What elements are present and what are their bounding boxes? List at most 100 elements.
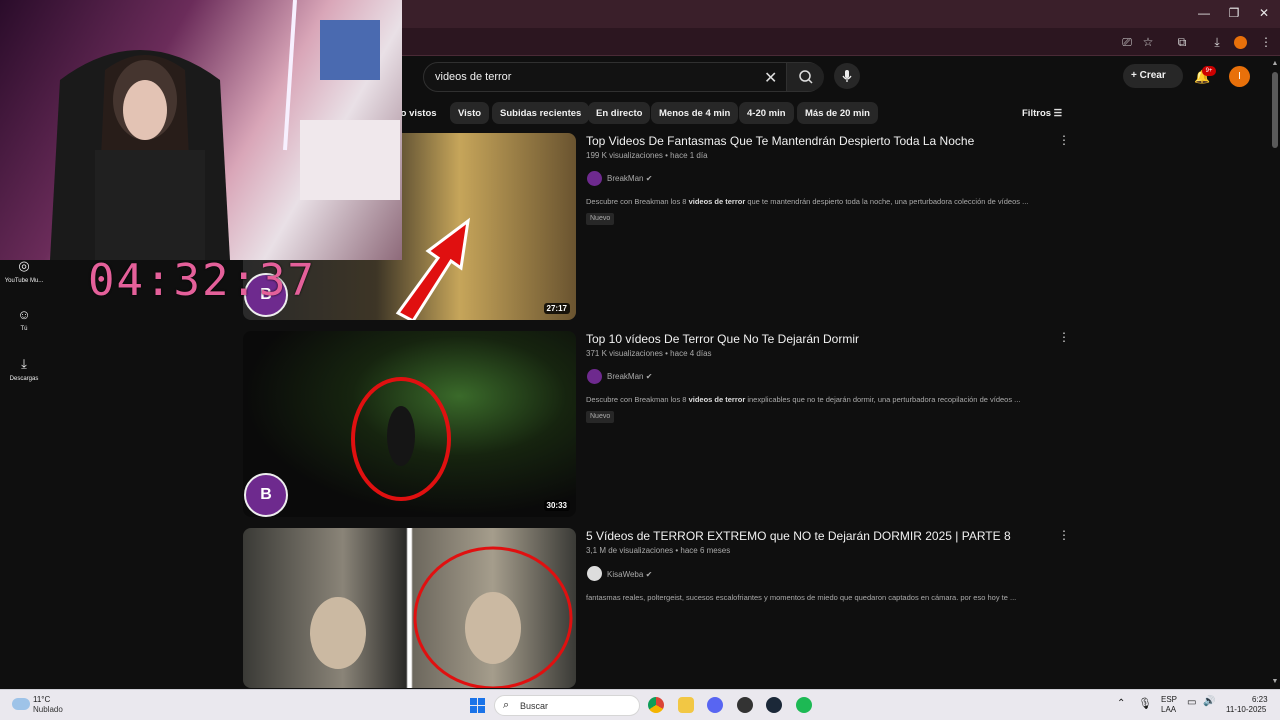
webcam-overlay: [0, 0, 402, 260]
channel-label: KisaWeba: [607, 570, 644, 579]
clock-time[interactable]: 6:23: [1252, 695, 1268, 704]
microphone-icon: [842, 70, 852, 82]
channel-avatar-overlay: B: [244, 473, 288, 517]
scrollbar-thumb[interactable]: [1272, 72, 1278, 148]
microphone-icon[interactable]: 🎙: [1138, 697, 1152, 710]
discord-icon[interactable]: [707, 697, 723, 713]
user-icon: ☺: [17, 307, 31, 322]
lang-top[interactable]: ESP: [1161, 695, 1177, 704]
video-meta: 199 K visualizaciones • hace 1 día: [586, 151, 708, 160]
search-button[interactable]: [786, 63, 824, 91]
chip-mas-20-min[interactable]: Más de 20 min: [797, 102, 878, 124]
verified-icon: ✔: [645, 372, 653, 381]
verified-icon: ✔: [645, 174, 653, 183]
desc-text: inexplicables que no te dejarán dormir, …: [745, 395, 1021, 404]
steam-icon[interactable]: [766, 697, 782, 713]
menu-dots-icon[interactable]: ⋮: [1258, 34, 1274, 50]
sidebar-item-you[interactable]: ☺ Tú: [0, 307, 48, 332]
download-icon: ⤓: [21, 356, 27, 371]
taskbar: 11°C Nublado ⌕ Buscar ⌃ 🎙 ESP LAA ▭ 🔊 6:…: [0, 689, 1280, 720]
weather-temp[interactable]: 11°C: [33, 695, 50, 704]
filters-button[interactable]: Filtros ☰: [1022, 108, 1062, 119]
volume-icon[interactable]: 🔊: [1203, 696, 1215, 707]
red-circle-graphic: [351, 377, 451, 501]
channel-name[interactable]: BreakMan ✔: [607, 174, 652, 183]
notification-badge: 9+: [1202, 66, 1216, 76]
monitor-icon[interactable]: ▭: [1187, 697, 1196, 708]
desc-text: fantasmas reales, poltergeist, sucesos e…: [586, 593, 1017, 602]
video-title[interactable]: Top Videos De Fantasmas Que Te Mantendrá…: [586, 134, 1036, 148]
chrome-icon[interactable]: [648, 697, 664, 713]
channel-icon[interactable]: [587, 171, 602, 186]
chip-en-directo[interactable]: En directo: [588, 102, 651, 124]
windows-start-icon[interactable]: [470, 698, 485, 713]
search-icon: [799, 70, 813, 84]
channel-icon[interactable]: [587, 566, 602, 581]
scroll-down-icon[interactable]: ▼: [1270, 678, 1280, 685]
video-duration: 30:33: [543, 500, 570, 511]
sidebar-item-label: Tú: [20, 326, 28, 332]
file-explorer-icon[interactable]: [678, 697, 694, 713]
extensions-icon[interactable]: ⧉: [1174, 34, 1190, 50]
minimize-icon[interactable]: —: [1197, 6, 1211, 20]
close-window-icon[interactable]: ✕: [1257, 6, 1271, 20]
obs-icon[interactable]: [737, 697, 753, 713]
plus-icon: +: [1131, 70, 1140, 81]
video-menu-icon[interactable]: ⋮: [1058, 330, 1070, 344]
chip-4-20-min[interactable]: 4-20 min: [739, 102, 794, 124]
video-description: fantasmas reales, poltergeist, sucesos e…: [586, 593, 1056, 602]
restore-icon[interactable]: ❐: [1227, 6, 1241, 20]
sidebar-item-downloads[interactable]: ⤓ Descargas: [0, 356, 48, 382]
new-badge: Nuevo: [586, 213, 615, 225]
new-badge: Nuevo: [586, 411, 615, 423]
create-label: Crear: [1139, 70, 1166, 81]
chip-subidas-recientes[interactable]: Subidas recientes: [492, 102, 590, 124]
sidebar-item-label: YouTube Mu...: [4, 278, 44, 284]
create-button[interactable]: + Crear: [1123, 64, 1183, 88]
channel-name[interactable]: KisaWeba ✔: [607, 570, 652, 579]
desc-text: que te mantendrán despierto toda la noch…: [745, 197, 1029, 206]
video-thumbnail[interactable]: B 30:33: [243, 331, 576, 517]
video-menu-icon[interactable]: ⋮: [1058, 528, 1070, 542]
video-menu-icon[interactable]: ⋮: [1058, 133, 1070, 147]
search-input[interactable]: videos de terror: [435, 71, 511, 83]
search-icon: ⌕: [503, 699, 510, 711]
cast-icon[interactable]: ⎚: [1119, 34, 1135, 50]
search-box[interactable]: videos de terror ✕: [423, 62, 824, 92]
video-title[interactable]: 5 Vídeos de TERROR EXTREMO que NO te Dej…: [586, 529, 1036, 543]
streamer-webcam-image: [50, 0, 400, 260]
video-description: Descubre con Breakman los 8 videos de te…: [586, 395, 1056, 404]
lang-bottom[interactable]: LAA: [1161, 705, 1176, 714]
verified-icon: ✔: [645, 570, 653, 579]
chevron-up-icon[interactable]: ⌃: [1117, 698, 1125, 709]
video-meta: 3,1 M de visualizaciones • hace 6 meses: [586, 546, 731, 555]
video-duration: 27:17: [543, 303, 570, 314]
taskbar-search[interactable]: ⌕ Buscar: [494, 695, 640, 716]
sidebar-item-youtube-music[interactable]: ◎ YouTube Mu...: [0, 258, 48, 284]
scroll-up-icon[interactable]: ▲: [1270, 60, 1280, 67]
desc-highlight: videos de terror: [688, 395, 746, 404]
channel-icon[interactable]: [587, 369, 602, 384]
avatar[interactable]: I: [1229, 66, 1250, 87]
channel-label: BreakMan: [607, 372, 644, 381]
chip-menos-4-min[interactable]: Menos de 4 min: [651, 102, 739, 124]
clock-date[interactable]: 11-10-2025: [1226, 705, 1266, 714]
filters-label: Filtros: [1022, 108, 1052, 119]
red-circle-graphic: [310, 546, 573, 688]
video-thumbnail[interactable]: [243, 528, 576, 688]
bookmark-star-icon[interactable]: ☆: [1140, 34, 1156, 50]
video-title[interactable]: Top 10 vídeos De Terror Que No Te Dejará…: [586, 332, 1036, 346]
youtube-music-icon: ◎: [18, 258, 30, 273]
chip-visto[interactable]: Visto: [450, 102, 490, 124]
taskbar-search-placeholder: Buscar: [520, 701, 549, 711]
cloud-icon: [12, 698, 30, 710]
video-description: Descubre con Breakman los 8 videos de te…: [586, 197, 1056, 206]
video-meta: 371 K visualizaciones • hace 4 días: [586, 349, 712, 358]
clear-search-icon[interactable]: ✕: [764, 68, 777, 88]
spotify-icon[interactable]: [796, 697, 812, 713]
voice-search-button[interactable]: [834, 63, 860, 89]
profile-icon[interactable]: [1234, 36, 1247, 49]
download-icon[interactable]: ⤓: [1209, 34, 1225, 50]
channel-name[interactable]: BreakMan ✔: [607, 372, 652, 381]
weather-condition[interactable]: Nublado: [33, 705, 63, 714]
